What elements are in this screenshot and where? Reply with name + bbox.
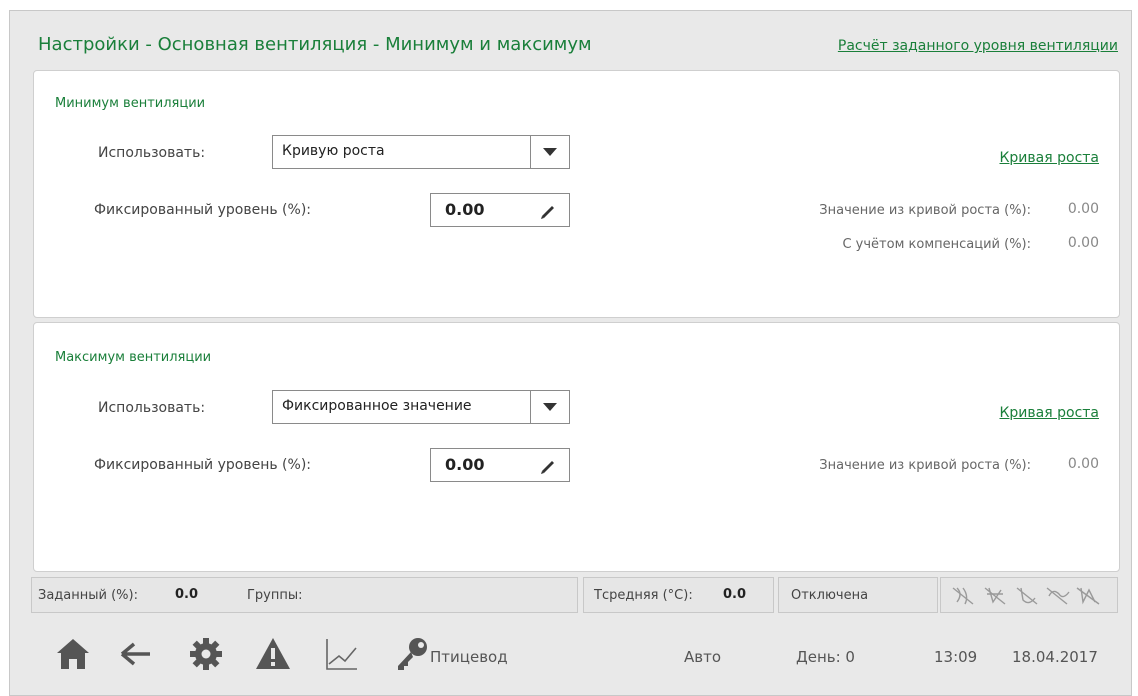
home-icon[interactable] — [55, 636, 91, 672]
status-state-box: Отключена — [778, 577, 938, 613]
bottom-nav-bar: Птицевод Авто День: 0 13:09 18.04.2017 — [10, 616, 1130, 688]
max-curve-value-label: Значение из кривой роста (%): — [819, 458, 1031, 473]
min-use-select[interactable]: Кривую роста — [272, 135, 570, 169]
min-use-value: Кривую роста — [282, 143, 385, 159]
setpoint-label: Заданный (%): — [38, 588, 138, 603]
ventilation-calc-link[interactable]: Расчёт заданного уровня вентиляции — [838, 38, 1118, 54]
min-curve-value-label: Значение из кривой роста (%): — [819, 203, 1031, 218]
max-section-title: Максимум вентиляции — [55, 350, 212, 365]
max-use-value: Фиксированное значение — [282, 398, 472, 414]
max-fixed-value: 0.00 — [445, 455, 485, 474]
max-use-select[interactable]: Фиксированное значение — [272, 390, 570, 424]
max-curve-value: 0.00 — [1067, 456, 1099, 472]
date-text: 18.04.2017 — [1012, 648, 1098, 666]
day-text: День: 0 — [796, 648, 855, 666]
status-temperature-box: Тсредняя (°C): 0.0 — [583, 577, 774, 613]
setpoint-value: 0.0 — [175, 587, 199, 602]
status-setpoint-box: Заданный (%): 0.0 Группы: — [31, 577, 578, 613]
chart-icon[interactable] — [323, 636, 359, 672]
warning-icon[interactable] — [255, 636, 291, 672]
min-use-label: Использовать: — [98, 145, 206, 161]
min-fixed-label: Фиксированный уровень (%): — [94, 202, 311, 218]
max-growth-curve-link[interactable]: Кривая роста — [999, 405, 1099, 421]
fan-status-icons — [952, 587, 1100, 605]
back-arrow-icon[interactable] — [118, 636, 154, 672]
chevron-down-icon[interactable] — [530, 136, 569, 168]
min-ventilation-panel: Минимум вентиляции Использовать: Кривую … — [33, 70, 1120, 318]
user-role[interactable]: Птицевод — [430, 648, 508, 666]
max-fixed-label: Фиксированный уровень (%): — [94, 457, 311, 473]
pencil-icon[interactable] — [539, 201, 559, 221]
page-header: Настройки - Основная вентиляция - Миниму… — [28, 24, 1128, 66]
groups-label: Группы: — [247, 588, 303, 603]
min-comp-label: С учётом компенсаций (%): — [842, 237, 1031, 252]
min-section-title: Минимум вентиляции — [55, 96, 206, 111]
tavg-value: 0.0 — [723, 587, 747, 602]
page-title: Настройки - Основная вентиляция - Миниму… — [38, 34, 592, 55]
state-text: Отключена — [791, 588, 869, 603]
mode-text: Авто — [684, 648, 722, 666]
min-curve-value: 0.00 — [1067, 201, 1099, 217]
key-icon[interactable] — [394, 636, 430, 672]
max-ventilation-panel: Максимум вентиляции Использовать: Фиксир… — [33, 322, 1120, 572]
gear-icon[interactable] — [188, 636, 224, 672]
min-comp-value: 0.00 — [1067, 235, 1099, 251]
time-text: 13:09 — [934, 648, 978, 666]
chevron-down-icon[interactable] — [530, 391, 569, 423]
tavg-label: Тсредняя (°C): — [594, 588, 693, 603]
pencil-icon[interactable] — [539, 456, 559, 476]
max-fixed-input[interactable]: 0.00 — [430, 448, 570, 482]
max-use-label: Использовать: — [98, 400, 206, 416]
status-fans-box — [940, 577, 1118, 613]
min-fixed-value: 0.00 — [445, 200, 485, 219]
min-fixed-input[interactable]: 0.00 — [430, 193, 570, 227]
min-growth-curve-link[interactable]: Кривая роста — [999, 150, 1099, 166]
